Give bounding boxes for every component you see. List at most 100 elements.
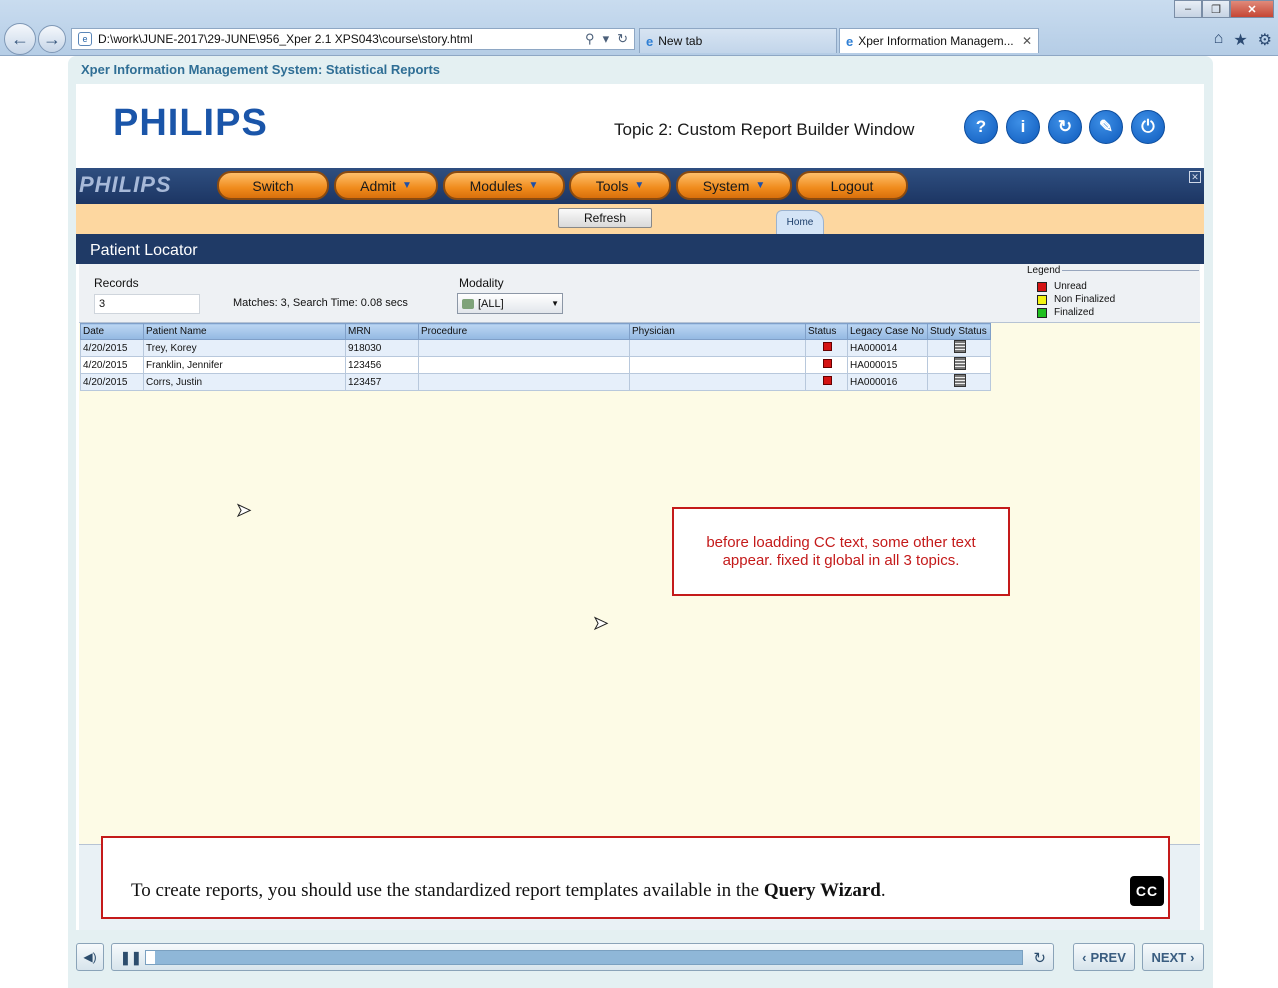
study-status-icon[interactable] — [954, 374, 966, 387]
cell-patient-name: Trey, Korey — [143, 339, 346, 357]
help-button[interactable]: ? — [964, 110, 998, 144]
study-status-icon[interactable] — [954, 357, 966, 370]
settings-gear-icon[interactable]: ⚙ — [1258, 30, 1272, 50]
close-tab-icon[interactable]: ✕ — [1022, 34, 1032, 48]
volume-button[interactable]: ◀) — [76, 943, 104, 971]
minimize-button[interactable]: ‒ — [1174, 0, 1202, 18]
cell-patient-name: Corrs, Justin — [143, 373, 346, 391]
legend-item-finalized: Finalized — [1037, 307, 1094, 318]
menu-switch[interactable]: Switch — [217, 171, 329, 200]
restore-button[interactable]: ❐ — [1202, 0, 1230, 18]
column-header-physician[interactable]: Physician — [629, 323, 806, 340]
pause-icon[interactable]: ❚❚ — [120, 950, 142, 966]
table-row[interactable]: 4/20/2015 Trey, Korey 918030 HA000014 — [80, 339, 991, 357]
table-row[interactable]: 4/20/2015 Franklin, Jennifer 123456 HA00… — [80, 356, 991, 374]
legend-swatch — [1037, 294, 1047, 305]
chevron-down-icon: ▼ — [634, 180, 645, 191]
dropdown-arrow-icon: ▼ — [551, 299, 559, 308]
close-window-button[interactable]: ✕ — [1230, 0, 1274, 18]
refresh-button[interactable]: Refresh — [558, 208, 652, 228]
compass-icon: ✎ — [1098, 117, 1114, 136]
cc-toggle-button[interactable]: CC — [1130, 876, 1164, 906]
tab-home[interactable]: Home — [776, 210, 824, 234]
close-icon[interactable]: ✕ — [1189, 171, 1201, 183]
menu-label: System — [702, 177, 750, 194]
address-bar[interactable]: e D:\work\JUNE-2017\29-JUNE\956_Xper 2.1… — [71, 28, 635, 50]
menu-system[interactable]: System ▼ — [676, 171, 792, 200]
modality-select[interactable]: [ALL] ▼ — [457, 293, 563, 314]
menu-label: Logout — [830, 177, 874, 194]
dropdown-icon[interactable]: ▾ — [603, 31, 610, 47]
column-header-procedure[interactable]: Procedure — [418, 323, 630, 340]
legend-swatch — [1037, 281, 1047, 292]
caption-suffix: . — [880, 880, 886, 901]
menu-logout[interactable]: Logout — [796, 171, 908, 200]
closed-caption-box: To create reports, you should use the st… — [101, 836, 1170, 919]
progress-track[interactable] — [145, 950, 1023, 965]
column-header-status[interactable]: Status — [805, 323, 848, 340]
home-icon[interactable]: ⌂ — [1214, 30, 1224, 50]
study-status-icon[interactable] — [954, 340, 966, 353]
legend-label: Non Finalized — [1054, 294, 1116, 305]
cell-date: 4/20/2015 — [80, 356, 144, 374]
table-row[interactable]: 4/20/2015 Corrs, Justin 123457 HA000016 — [80, 373, 991, 391]
seekbar[interactable]: ❚❚ ↻ — [111, 943, 1054, 971]
exit-button[interactable]: ⏻ — [1131, 110, 1165, 144]
chevron-down-icon: ▼ — [528, 180, 539, 191]
menu-label: Admit — [360, 177, 396, 194]
search-icon[interactable]: ⚲ — [585, 31, 595, 47]
power-icon: ⏻ — [1141, 117, 1155, 136]
column-header-date[interactable]: Date — [80, 323, 144, 340]
prev-button[interactable]: ‹ PREV — [1073, 943, 1135, 971]
arrow-right-icon: → — [43, 28, 61, 49]
cell-patient-name: Franklin, Jennifer — [143, 356, 346, 374]
menu-admit[interactable]: Admit ▼ — [334, 171, 438, 200]
tab-new-tab[interactable]: e New tab — [639, 28, 837, 53]
menu-tools[interactable]: Tools ▼ — [569, 171, 671, 200]
next-label: NEXT — [1151, 949, 1187, 965]
cell-study-status — [927, 339, 991, 357]
chevron-left-icon: ‹ — [1082, 949, 1087, 965]
replay-icon[interactable]: ↻ — [1033, 949, 1046, 967]
toolbar: Refresh Home — [76, 204, 1204, 234]
tab-xper[interactable]: e Xper Information Managem... ✕ — [839, 28, 1039, 53]
page-icon: e — [78, 32, 92, 46]
cell-physician — [629, 373, 806, 391]
legend-item-unread: Unread — [1037, 281, 1087, 292]
forward-button[interactable]: → — [38, 25, 66, 53]
next-button[interactable]: NEXT › — [1142, 943, 1204, 971]
legend-item-non-finalized: Non Finalized — [1037, 294, 1115, 305]
prev-label: PREV — [1090, 949, 1126, 965]
progress-fill — [146, 951, 155, 964]
records-label: Records — [94, 276, 139, 290]
cell-legacy-case-no: HA000014 — [847, 339, 928, 357]
caption-prefix: To create reports, you should use the st… — [131, 880, 764, 901]
back-button[interactable]: ← — [4, 23, 36, 55]
status-unread-icon — [823, 342, 832, 351]
browser-chrome: ‒ ❐ ✕ ← → e D:\work\JUNE-2017\29-JUNE\95… — [0, 0, 1278, 56]
mouse-cursor-icon: ➤ — [592, 613, 609, 634]
modality-icon — [462, 298, 474, 309]
menu-modules[interactable]: Modules ▼ — [443, 171, 565, 200]
cell-status — [805, 356, 848, 374]
slide: PHILIPS Topic 2: Custom Report Builder W… — [76, 84, 1204, 930]
refresh-icon[interactable]: ↻ — [617, 31, 628, 47]
cell-status — [805, 373, 848, 391]
review-note: before loadding CC text, some other text… — [672, 507, 1010, 596]
column-header-patient-name[interactable]: Patient Name — [143, 323, 346, 340]
replay-topic-button[interactable]: ↻ — [1048, 110, 1082, 144]
resources-button[interactable]: ✎ — [1089, 110, 1123, 144]
info-button[interactable]: i — [1006, 110, 1040, 144]
cell-procedure — [418, 373, 630, 391]
legend-label: Unread — [1054, 281, 1087, 292]
column-header-mrn[interactable]: MRN — [345, 323, 419, 340]
column-header-study-status[interactable]: Study Status — [927, 323, 991, 340]
patient-table: Date Patient Name MRN Procedure Physicia… — [80, 323, 991, 391]
legend-label: Finalized — [1054, 307, 1095, 318]
cell-legacy-case-no: HA000015 — [847, 356, 928, 374]
column-header-legacy-case-no[interactable]: Legacy Case No — [847, 323, 928, 340]
address-url[interactable]: D:\work\JUNE-2017\29-JUNE\956_Xper 2.1 X… — [98, 32, 585, 46]
philips-logo: PHILIPS — [113, 102, 268, 144]
records-input[interactable]: 3 — [94, 294, 200, 314]
favorites-star-icon[interactable]: ★ — [1233, 30, 1247, 50]
